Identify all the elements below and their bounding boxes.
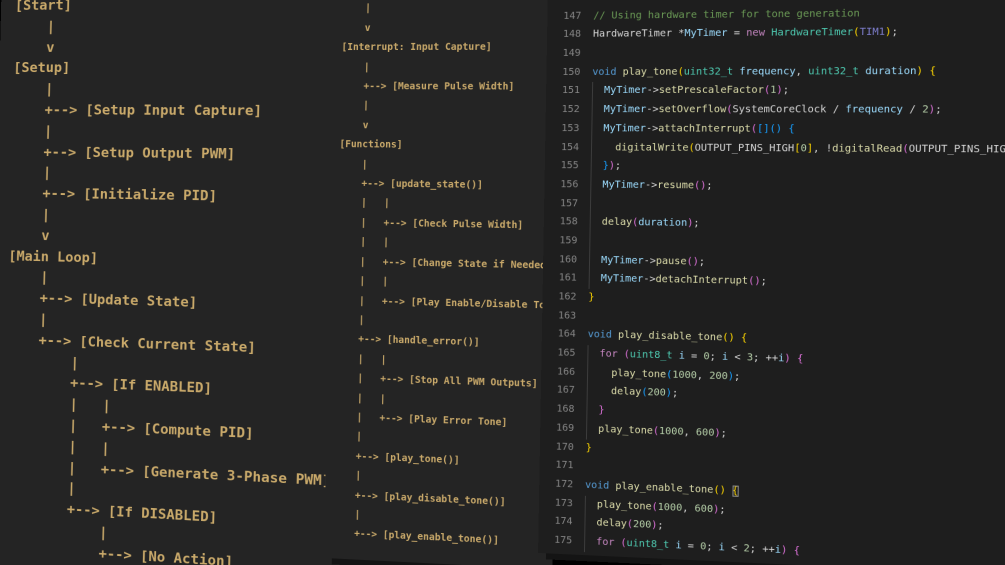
code-line: 151 MyTimer->setPrescaleFactor(1); bbox=[546, 82, 1005, 102]
line-number: 161 bbox=[558, 272, 577, 284]
code-text: MyTimer->attachInterrupt([]() { bbox=[591, 120, 1005, 141]
code-text: HardwareTimer *MyTimer = new HardwareTim… bbox=[592, 26, 899, 41]
line-number: 168 bbox=[556, 403, 575, 416]
flow-line: [Interrupt: Input Capture] bbox=[341, 41, 492, 54]
flow-line: | bbox=[342, 3, 372, 15]
flow-line: +--> [Measure Pulse Width] bbox=[340, 81, 515, 93]
line-number: 174 bbox=[554, 515, 573, 528]
line-number: 153 bbox=[561, 122, 580, 134]
code-text: MyTimer->setPrescaleFactor(1); bbox=[592, 82, 1005, 102]
flow-line: | bbox=[340, 100, 369, 112]
code-line: 153 MyTimer->attachInterrupt([]() { bbox=[545, 120, 1005, 141]
flow-line: | bbox=[14, 18, 56, 35]
line-number: 150 bbox=[562, 66, 581, 78]
flow-line: +--> [Setup Output PWM] bbox=[10, 143, 236, 163]
line-number: 158 bbox=[559, 216, 578, 228]
flowchart-window-main-loop[interactable]: [Start] | v [Setup] | +--> [Setup Input C… bbox=[0, 0, 369, 565]
code-line: 149 bbox=[547, 42, 1005, 64]
flow-line: v bbox=[341, 22, 371, 34]
line-number: 172 bbox=[555, 478, 574, 491]
line-number: 156 bbox=[560, 179, 579, 191]
flowchart-window-functions[interactable]: +--> [ ... ] | v[Interrupt: Input Captur… bbox=[323, 0, 565, 565]
flow-line: | bbox=[341, 61, 370, 73]
code-editor-window[interactable]: 146147// Using hardware timer for tone g… bbox=[538, 0, 1005, 565]
line-number: 159 bbox=[559, 235, 578, 247]
code-line: 150 void play_tone(uint32_t frequency, ui… bbox=[546, 62, 1005, 83]
line-number: 160 bbox=[558, 253, 578, 266]
line-number: 170 bbox=[555, 441, 574, 453]
code-line: 148 HardwareTimer *MyTimer = new Hardware… bbox=[547, 23, 1005, 45]
line-number: 152 bbox=[561, 104, 580, 116]
line-number: 173 bbox=[554, 497, 573, 509]
code-text: void play_tone(uint32_t frequency, uint3… bbox=[592, 65, 936, 78]
flow-line: [Setup] bbox=[13, 60, 71, 77]
line-number: 148 bbox=[562, 29, 582, 41]
flow-line: [Functions] bbox=[339, 139, 403, 151]
line-number: 175 bbox=[554, 534, 573, 547]
line-number: 155 bbox=[560, 160, 579, 172]
line-number: 166 bbox=[556, 366, 576, 378]
flow-line: +--> [Setup Input Capture] bbox=[12, 102, 263, 120]
line-number: 167 bbox=[556, 384, 575, 397]
desktop-background: [Start] | v [Setup] | +--> [Setup Input C… bbox=[0, 0, 1005, 565]
line-number: 162 bbox=[558, 291, 577, 303]
line-number: 154 bbox=[560, 141, 580, 153]
flow-line: | bbox=[11, 122, 53, 140]
line-number: 147 bbox=[563, 10, 582, 22]
line-number: 151 bbox=[561, 85, 581, 97]
line-number: 157 bbox=[559, 197, 579, 209]
flow-line: | bbox=[12, 81, 54, 98]
line-number: 171 bbox=[555, 459, 574, 472]
line-number: 149 bbox=[562, 47, 581, 60]
line-number: 169 bbox=[556, 422, 575, 434]
flow-line: | bbox=[338, 158, 368, 171]
line-number: 165 bbox=[557, 347, 576, 359]
code-text: MyTimer->setOverflow(SystemCoreClock / f… bbox=[592, 101, 1005, 121]
line-number: 163 bbox=[557, 310, 577, 322]
code-line: 152 MyTimer->setOverflow(SystemCoreClock… bbox=[546, 101, 1005, 121]
line-number: 164 bbox=[557, 328, 576, 341]
flow-line: v bbox=[13, 39, 55, 56]
flow-line: v bbox=[339, 119, 369, 132]
